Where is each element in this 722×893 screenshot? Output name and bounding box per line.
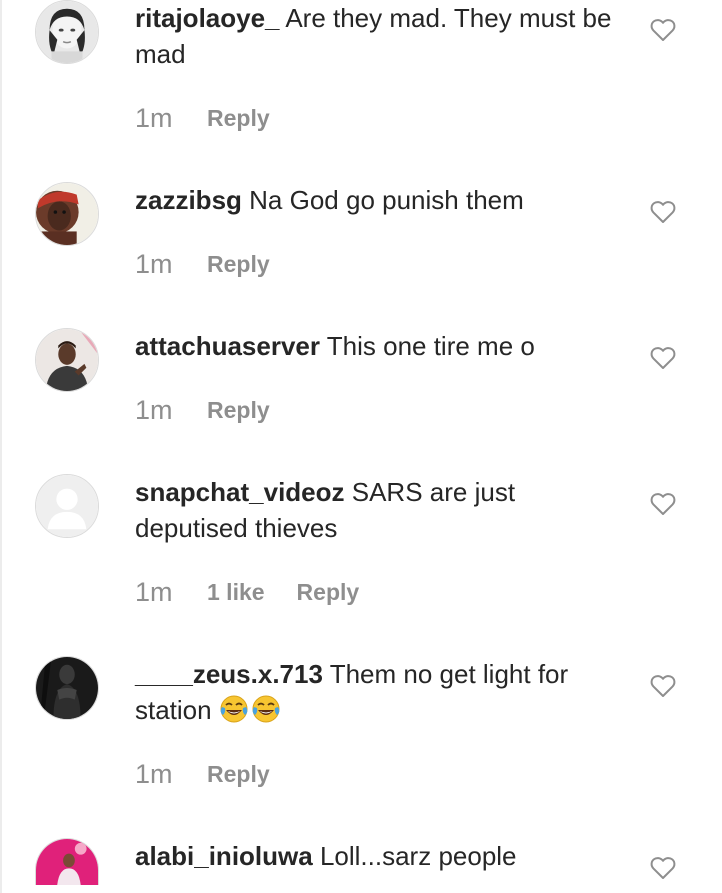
like-count[interactable]: 1 like: [207, 579, 265, 606]
comment-time: 1m: [135, 576, 173, 607]
comment-username[interactable]: zazzibsg: [135, 185, 242, 215]
like-heart-icon[interactable]: [650, 856, 676, 880]
avatar[interactable]: [35, 0, 99, 64]
comment-username[interactable]: alabi_inioluwa: [135, 841, 313, 871]
comment-username[interactable]: attachuaserver: [135, 331, 320, 361]
comment-text: alabi_inioluwa Loll...sarz people: [135, 838, 615, 874]
comment-body: Na God go punish them: [249, 185, 524, 215]
comment-time: 1m: [135, 758, 173, 789]
avatar[interactable]: [35, 182, 99, 246]
like-heart-icon[interactable]: [650, 200, 676, 224]
reply-button[interactable]: Reply: [297, 579, 360, 606]
comment-meta: 1m Reply: [135, 246, 270, 282]
face-with-tears-of-joy-icon: [252, 695, 280, 723]
avatar[interactable]: [35, 328, 99, 392]
comment-list: ritajolaoye_ Are they mad. They must be …: [0, 0, 722, 893]
comment-username[interactable]: snapchat_videoz: [135, 477, 345, 507]
comment-meta: 1m Reply: [135, 392, 270, 428]
comment-time: 1m: [135, 102, 173, 133]
comment-text: ritajolaoye_ Are they mad. They must be …: [135, 0, 615, 72]
avatar[interactable]: [35, 838, 99, 885]
face-with-tears-of-joy-icon: [220, 695, 248, 723]
comment-time: 1m: [135, 248, 173, 279]
comment-username[interactable]: ____zeus.x.713: [135, 659, 323, 689]
reply-button[interactable]: Reply: [207, 761, 270, 788]
like-heart-icon[interactable]: [650, 492, 676, 516]
reply-button[interactable]: Reply: [207, 105, 270, 132]
comment-text: zazzibsg Na God go punish them: [135, 182, 615, 218]
comment-meta: 1m Reply: [135, 100, 270, 136]
like-heart-icon[interactable]: [650, 674, 676, 698]
like-heart-icon[interactable]: [650, 18, 676, 42]
comment-text: snapchat_videoz SARS are just deputised …: [135, 474, 615, 546]
avatar[interactable]: [35, 656, 99, 720]
reply-button[interactable]: Reply: [207, 251, 270, 278]
like-heart-icon[interactable]: [650, 346, 676, 370]
comment-time: 1m: [135, 394, 173, 425]
comment-username[interactable]: ritajolaoye_: [135, 3, 280, 33]
default-avatar-icon[interactable]: [35, 474, 99, 538]
reply-button[interactable]: Reply: [207, 397, 270, 424]
comment-body: This one tire me o: [326, 331, 535, 361]
comment-text: attachuaserver This one tire me o: [135, 328, 615, 364]
comment-body: Loll...sarz people: [319, 841, 517, 871]
comment-text: ____zeus.x.713 Them no get light for sta…: [135, 656, 615, 728]
comment-meta: 1m Reply: [135, 756, 270, 792]
comment-meta: 1m 1 like Reply: [135, 574, 359, 610]
